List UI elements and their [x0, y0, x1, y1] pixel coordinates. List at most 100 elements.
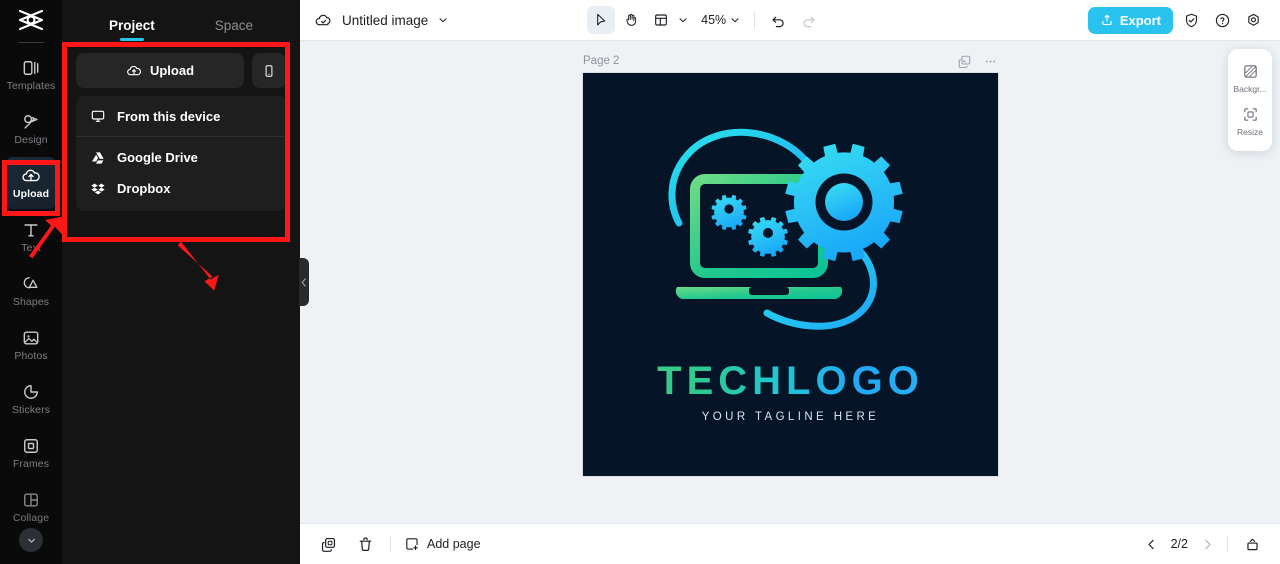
monitor-icon: [91, 110, 105, 122]
add-page-icon: [406, 538, 418, 551]
tab-project[interactable]: Project: [109, 18, 155, 41]
sidebar-item-label: Stickers: [11, 404, 51, 417]
sidebar-item-label: Collage: [12, 512, 50, 525]
zoom-control[interactable]: 45%: [697, 13, 745, 27]
editor-topbar: Untitled image 45% Export: [300, 0, 1280, 41]
trash-icon: [359, 536, 371, 551]
sidebar-item-label: Templates: [6, 80, 56, 93]
chevron-left-icon: [1148, 539, 1154, 549]
export-upload-icon: [1102, 14, 1112, 26]
stickers-icon: [24, 385, 38, 400]
sidebar-item-label: Photos: [14, 350, 48, 363]
page-header: Page 2: [583, 49, 998, 73]
add-page-label: Add page: [427, 537, 481, 551]
add-page-button[interactable]: Add page: [404, 536, 481, 552]
settings-gear-icon[interactable]: [1242, 8, 1266, 32]
bottombar-divider-right: [1227, 536, 1228, 552]
dropbox-icon: [91, 183, 105, 195]
duplicate-page-icon[interactable]: [957, 54, 972, 69]
next-page-button[interactable]: [1200, 537, 1215, 552]
upload-from-mobile-button[interactable]: [252, 53, 286, 88]
menu-item-from-this-device[interactable]: From this device: [76, 96, 286, 136]
page-navigation-group: 2/2: [1144, 532, 1264, 556]
document-title: Untitled image: [342, 12, 429, 28]
resize-tool-button[interactable]: Resize: [1228, 100, 1272, 143]
duplicate-page-button[interactable]: [316, 532, 340, 556]
document-name-group[interactable]: Untitled image: [314, 11, 449, 30]
upload-source-menu: From this device Google Drive Dropbox: [76, 96, 286, 211]
export-button-label: Export: [1119, 12, 1161, 28]
upload-button-label: Upload: [149, 63, 195, 78]
menu-item-label: Dropbox: [117, 181, 171, 196]
sidebar-item-photos[interactable]: Photos: [5, 319, 57, 371]
panel-collapse-handle[interactable]: [299, 258, 309, 306]
menu-item-label: From this device: [117, 108, 221, 124]
bottombar-divider: [390, 536, 391, 552]
tech-logo-artwork: [668, 128, 903, 330]
sidebar-item-shapes[interactable]: Shapes: [5, 265, 57, 317]
page-header-icons: [957, 54, 998, 69]
artboard-page-2[interactable]: TECHLOGO YOUR TAGLINE HERE: [583, 73, 998, 476]
chevron-down-icon[interactable]: [437, 14, 449, 26]
page-manager-icon: [1246, 538, 1258, 550]
menu-item-dropbox[interactable]: Dropbox: [76, 173, 286, 204]
cloud-source-group: Google Drive Dropbox: [76, 137, 286, 211]
zoom-level-value: 45%: [701, 13, 727, 27]
delete-page-button[interactable]: [353, 532, 377, 556]
layout-chevron-down-icon[interactable]: [677, 14, 689, 26]
background-tool-label: Backgr...: [1233, 84, 1267, 94]
hand-tool-button[interactable]: [617, 6, 645, 34]
left-icon-rail: Templates Design Upload Text Shapes Phot…: [0, 0, 62, 564]
hand-icon: [626, 13, 637, 26]
export-button[interactable]: Export: [1087, 6, 1173, 34]
sidebar-item-frames[interactable]: Frames: [5, 427, 57, 479]
page-manager-button[interactable]: [1240, 532, 1264, 556]
redo-button[interactable]: [794, 6, 822, 34]
upload-row: Upload: [76, 53, 286, 88]
brand-tagline: YOUR TAGLINE HERE: [701, 411, 880, 423]
page-label: Page 2: [583, 55, 620, 67]
sidebar-item-label: Design: [14, 134, 48, 147]
prev-page-button[interactable]: [1144, 537, 1159, 552]
templates-icon: [23, 61, 39, 76]
chevron-right-icon: [1205, 539, 1211, 549]
sidebar-item-templates[interactable]: Templates: [5, 49, 57, 101]
upload-cloud-icon: [127, 65, 142, 75]
shield-check-icon[interactable]: [1180, 8, 1204, 32]
editor-main: Untitled image 45% Export Page 2 TECHLOG…: [300, 0, 1280, 564]
shapes-icon: [23, 277, 38, 289]
capcut-logo-icon[interactable]: [0, 0, 62, 40]
undo-button[interactable]: [764, 6, 792, 34]
upload-button[interactable]: Upload: [76, 53, 244, 88]
menu-item-google-drive[interactable]: Google Drive: [76, 142, 286, 173]
menu-item-label: Google Drive: [117, 150, 198, 165]
sidebar-item-upload[interactable]: Upload: [5, 157, 57, 209]
more-options-icon[interactable]: [983, 54, 998, 69]
rail-expand-container: [0, 528, 62, 552]
sidebar-item-text[interactable]: Text: [5, 211, 57, 263]
tab-space[interactable]: Space: [215, 18, 253, 41]
upload-cloud-icon: [22, 169, 40, 182]
redo-icon: [803, 16, 815, 27]
google-drive-icon: [92, 151, 104, 164]
background-icon: [1243, 65, 1257, 78]
cursor-arrow-icon: [597, 13, 606, 26]
sidebar-item-design[interactable]: Design: [5, 103, 57, 155]
upload-project-panel: Project Space Upload From this device Go…: [62, 0, 309, 564]
canvas-area[interactable]: Page 2 TECHLOGO YOUR TAGLINE HERE Backgr…: [300, 41, 1280, 523]
panel-tabs: Project Space: [62, 0, 300, 41]
capcut-editor-window: Templates Design Upload Text Shapes Phot…: [0, 0, 1280, 564]
sidebar-item-label: Upload: [12, 188, 50, 201]
help-circle-icon[interactable]: [1211, 8, 1235, 32]
frames-icon: [24, 439, 38, 454]
page-indicator: 2/2: [1170, 537, 1188, 551]
sidebar-item-label: Frames: [12, 458, 50, 471]
background-tool-button[interactable]: Backgr...: [1228, 57, 1272, 100]
right-tool-card: Backgr... Resize: [1228, 49, 1272, 151]
layout-tool-button[interactable]: [647, 6, 675, 34]
select-tool-button[interactable]: [587, 6, 616, 34]
chevron-down-icon[interactable]: [19, 528, 43, 552]
cloud-saved-icon: [315, 14, 331, 25]
sidebar-item-collage[interactable]: Collage: [5, 481, 57, 533]
sidebar-item-stickers[interactable]: Stickers: [5, 373, 57, 425]
